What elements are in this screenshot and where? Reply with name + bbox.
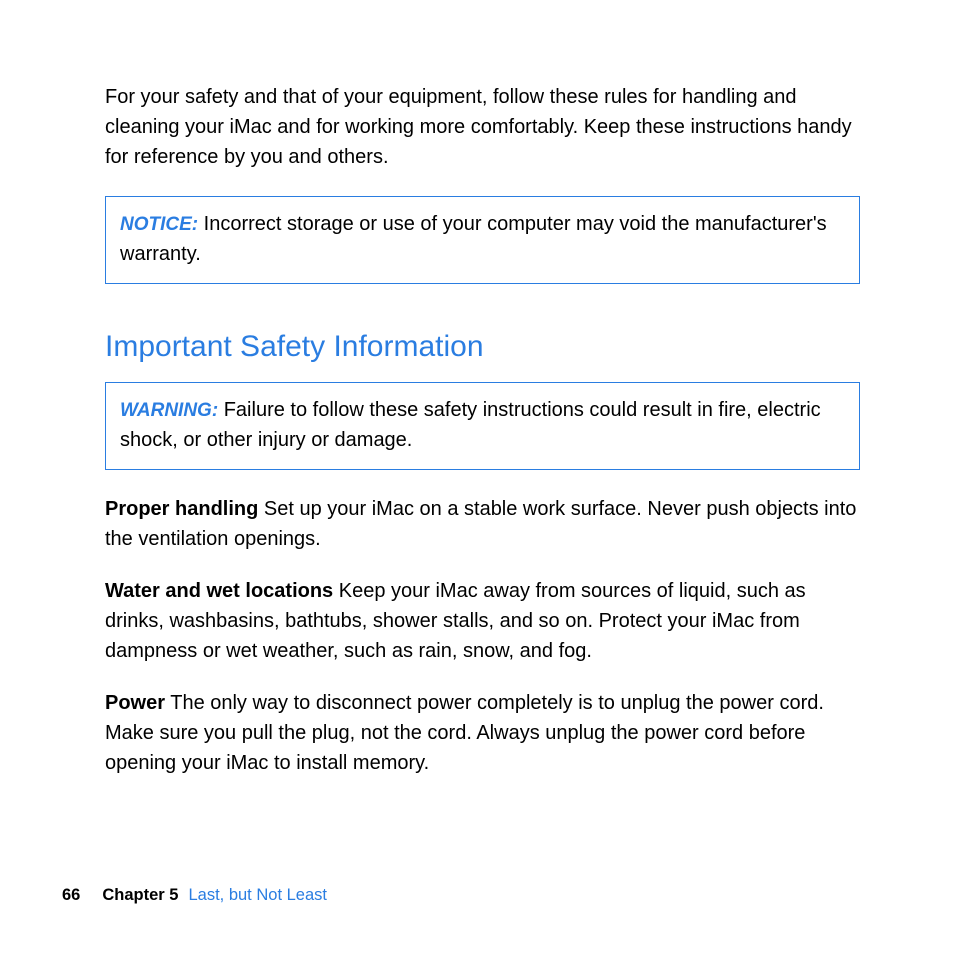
- section-label: Water and wet locations: [105, 580, 333, 602]
- chapter-label: Chapter 5: [102, 886, 178, 904]
- section-label: Proper handling: [105, 498, 258, 520]
- section-label: Power: [105, 692, 165, 714]
- warning-text: Failure to follow these safety instructi…: [120, 399, 821, 451]
- section-water-wet: Water and wet locations Keep your iMac a…: [105, 576, 860, 666]
- notice-text: Incorrect storage or use of your compute…: [120, 213, 827, 265]
- chapter-title: Last, but Not Least: [188, 886, 327, 904]
- warning-callout: WARNING: Failure to follow these safety …: [105, 382, 860, 470]
- section-heading: Important Safety Information: [105, 330, 860, 364]
- intro-paragraph: For your safety and that of your equipme…: [105, 82, 860, 172]
- notice-label: NOTICE:: [120, 214, 198, 235]
- page-footer: 66 Chapter 5 Last, but Not Least: [62, 886, 327, 905]
- warning-label: WARNING:: [120, 400, 218, 421]
- section-proper-handling: Proper handling Set up your iMac on a st…: [105, 494, 860, 554]
- section-text: The only way to disconnect power complet…: [105, 692, 824, 774]
- page-content: For your safety and that of your equipme…: [105, 82, 860, 778]
- section-power: Power The only way to disconnect power c…: [105, 688, 860, 778]
- notice-callout: NOTICE: Incorrect storage or use of your…: [105, 196, 860, 284]
- chapter-info: Chapter 5 Last, but Not Least: [102, 886, 327, 905]
- page-number: 66: [62, 886, 80, 905]
